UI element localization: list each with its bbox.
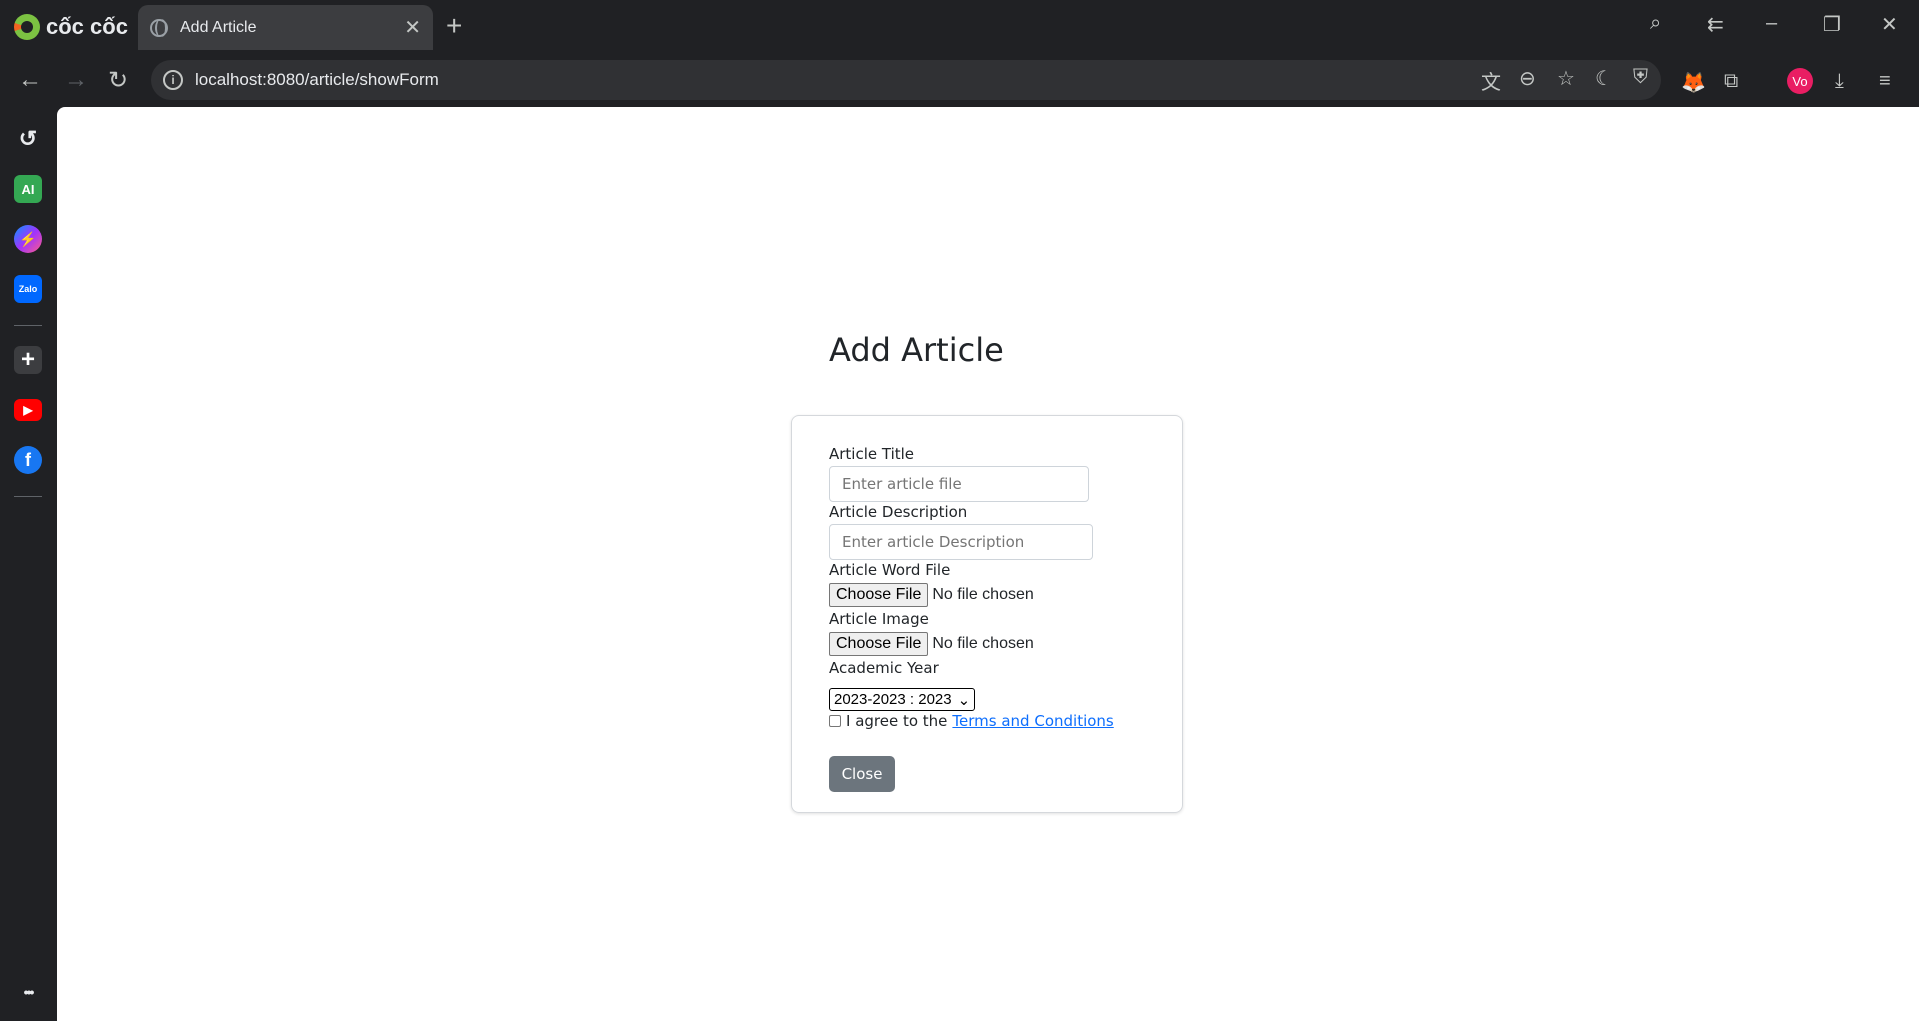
article-description-input[interactable] (829, 524, 1093, 560)
word-file-picker: Choose File No file chosen (829, 583, 1034, 607)
new-tab-button[interactable]: + (446, 12, 462, 40)
side-panel: ↺ AI ⚡ Zalo + ▶ f ••• (0, 106, 56, 1021)
messenger-icon[interactable]: ⚡ (14, 225, 42, 253)
menu-icon[interactable]: ≡ (1879, 70, 1891, 93)
tab-title: Add Article (180, 18, 257, 36)
coccoc-logo[interactable]: cốc cốc (14, 12, 128, 42)
extensions-icon[interactable]: ⧉ (1724, 70, 1738, 93)
zoom-out-icon[interactable]: ⊖ (1519, 66, 1536, 91)
tab-search-icon[interactable]: ⌕ (1650, 12, 1661, 35)
image-file-status: No file chosen (932, 635, 1034, 652)
academic-year-select[interactable]: 2023-2023 : 2023 ⌄ (829, 688, 976, 711)
add-icon[interactable]: + (14, 346, 42, 374)
sidebar-toggle-icon[interactable]: ⇇ (1707, 12, 1724, 37)
academic-year-value: 2023-2023 : 2023 (834, 691, 952, 708)
minimize-icon[interactable]: – (1766, 12, 1777, 35)
page-title: Add Article (829, 331, 1004, 369)
sidebar-divider (14, 496, 42, 497)
forward-icon[interactable]: → (64, 66, 88, 94)
shield-icon[interactable]: ⛨ (1633, 66, 1648, 89)
chevron-down-icon: ⌄ (957, 691, 971, 709)
terms-agreement: I agree to the Terms and Conditions (829, 712, 1114, 730)
reload-icon[interactable]: ↻ (108, 66, 128, 95)
article-word-file-label: Article Word File (829, 561, 951, 579)
close-window-icon[interactable]: ✕ (1881, 12, 1898, 37)
translate-icon[interactable]: 文 (1481, 66, 1501, 95)
image-file-picker: Choose File No file chosen (829, 632, 1034, 656)
facebook-icon[interactable]: f (14, 446, 42, 474)
dark-mode-icon[interactable]: ☾ (1595, 66, 1613, 91)
address-bar[interactable]: i localhost:8080/article/showForm (151, 60, 1661, 100)
article-title-label: Article Title (829, 445, 915, 463)
globe-icon (150, 18, 168, 37)
url-text[interactable]: localhost:8080/article/showForm (195, 70, 439, 90)
download-icon[interactable]: ⤓ (1835, 70, 1844, 93)
sidebar-divider (14, 325, 42, 326)
article-image-label: Article Image (829, 610, 929, 628)
page-content: Add Article Article Title Article Descri… (57, 107, 1919, 1021)
terms-link[interactable]: Terms and Conditions (952, 712, 1113, 730)
star-icon[interactable]: ☆ (1557, 66, 1575, 91)
brand-name: cốc cốc (46, 14, 128, 39)
browser-toolbar: ← → ↻ i localhost:8080/article/showForm … (0, 56, 1919, 106)
info-icon[interactable]: i (163, 70, 183, 90)
image-file-choose-button[interactable]: Choose File (829, 632, 929, 656)
youtube-icon[interactable]: ▶ (14, 399, 42, 421)
close-button[interactable]: Close (829, 756, 895, 792)
article-description-label: Article Description (829, 503, 968, 521)
word-file-status: No file chosen (932, 586, 1034, 603)
tab-add-article[interactable]: Add Article ✕ (138, 5, 433, 50)
metamask-icon[interactable]: 🦊 (1681, 70, 1706, 95)
more-icon[interactable]: ••• (14, 978, 42, 1006)
tab-close-icon[interactable]: ✕ (404, 15, 421, 40)
zalo-icon[interactable]: Zalo (14, 275, 42, 303)
browser-titlebar: cốc cốc Add Article ✕ + ⌕ ⇇ – ❐ ✕ (0, 0, 1919, 56)
word-file-choose-button[interactable]: Choose File (829, 583, 929, 607)
academic-year-label: Academic Year (829, 659, 939, 677)
back-icon[interactable]: ← (18, 66, 42, 94)
terms-checkbox[interactable] (829, 715, 841, 727)
coccoc-logo-icon (14, 14, 40, 40)
article-title-input[interactable] (829, 466, 1089, 502)
history-icon[interactable]: ↺ (14, 125, 42, 153)
ai-icon[interactable]: AI (14, 175, 42, 203)
avatar[interactable]: Vo (1787, 68, 1813, 94)
add-article-form: Article Title Article Description Articl… (791, 415, 1183, 813)
restore-icon[interactable]: ❐ (1823, 12, 1841, 37)
agree-text: I agree to the (846, 712, 948, 730)
